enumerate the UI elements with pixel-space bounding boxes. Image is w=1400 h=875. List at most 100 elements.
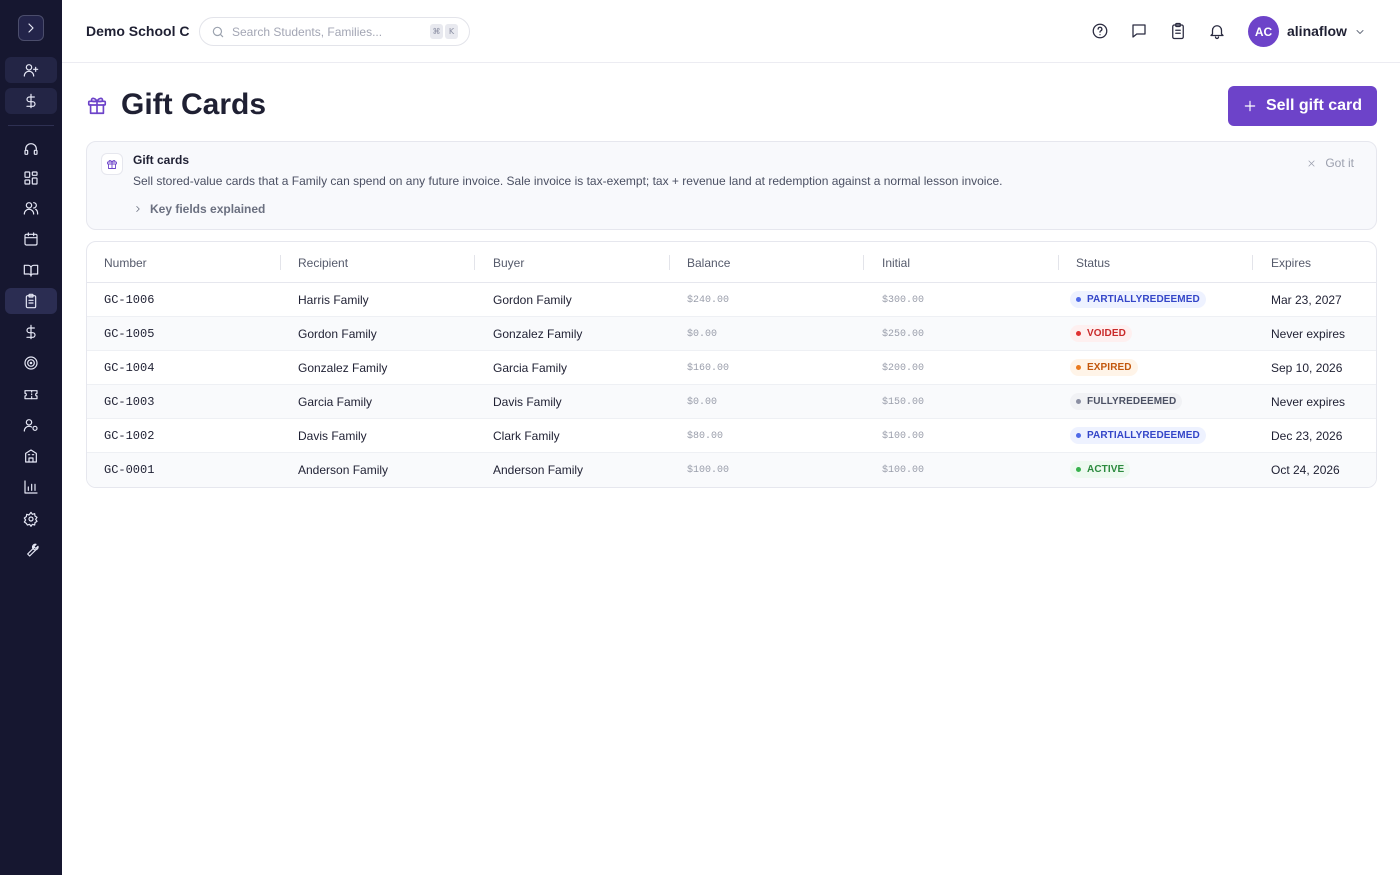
table-row[interactable]: GC-0001 Anderson Family Anderson Family $10… — [87, 453, 1376, 487]
building-icon — [25, 449, 37, 463]
column-divider[interactable] — [669, 255, 670, 270]
cell-buyer: Garcia Family — [493, 361, 568, 375]
cell-balance: $240.00 — [687, 295, 730, 306]
sidebar-item-staff[interactable] — [5, 412, 57, 438]
page-title: Gift Cards — [121, 88, 267, 121]
sidebar-item-add-user[interactable] — [5, 57, 57, 83]
bar-chart-icon — [24, 480, 38, 494]
table-row[interactable]: GC-1004 Gonzalez Family Garcia Family $160.… — [87, 351, 1376, 385]
column-divider[interactable] — [863, 255, 864, 270]
cell-recipient: Harris Family — [298, 293, 369, 307]
school-name[interactable]: Demo School C — [86, 23, 189, 39]
chevron-down-icon — [1356, 30, 1364, 34]
cell-number[interactable]: GC-1006 — [104, 293, 154, 307]
plus-icon — [1244, 100, 1256, 112]
cell-recipient: Gonzalez Family — [298, 361, 388, 375]
sidebar-item-reports[interactable] — [5, 474, 57, 500]
banner-title: Gift cards — [133, 153, 190, 167]
sidebar-item-dashboard[interactable] — [5, 165, 57, 191]
column-divider[interactable] — [474, 255, 475, 270]
sidebar-item-calendar[interactable] — [5, 226, 57, 252]
help-button[interactable] — [1089, 20, 1111, 42]
status-dot-icon — [1076, 365, 1081, 370]
status-dot-icon — [1076, 331, 1081, 336]
col-balance-header[interactable]: Balance — [687, 256, 730, 270]
status-badge: FULLYREDEEMED — [1070, 393, 1183, 410]
col-recipient-header[interactable]: Recipient — [298, 256, 348, 270]
sidebar-item-support[interactable] — [5, 136, 57, 162]
banner-description: Sell stored-value cards that a Family ca… — [133, 174, 1003, 188]
cell-balance: $80.00 — [687, 431, 724, 442]
cell-balance: $160.00 — [687, 363, 730, 374]
cell-balance: $100.00 — [687, 465, 730, 476]
sidebar-item-families[interactable] — [5, 195, 57, 221]
column-divider[interactable] — [1058, 255, 1059, 270]
cell-number[interactable]: GC-1002 — [104, 429, 154, 443]
search-box[interactable]: ⌘ K — [199, 17, 470, 46]
gift-icon — [101, 153, 123, 175]
tasks-button[interactable] — [1167, 20, 1189, 42]
status-badge: PARTIALLYREDEEMED — [1070, 291, 1206, 308]
avatar[interactable]: AC — [1248, 16, 1279, 47]
cell-number[interactable]: GC-0001 — [104, 463, 154, 477]
key-fields-label: Key fields explained — [150, 202, 266, 216]
sidebar-item-gift-cards[interactable] — [5, 288, 57, 314]
search-input[interactable] — [232, 23, 422, 41]
table-row[interactable]: GC-1002 Davis Family Clark Family $80.00 $10… — [87, 419, 1376, 453]
user-name[interactable]: alinaflow — [1287, 23, 1347, 39]
sidebar-item-tickets[interactable] — [5, 381, 57, 407]
status-label: PARTIALLYREDEEMED — [1087, 294, 1200, 305]
cell-buyer: Gonzalez Family — [493, 327, 583, 341]
clipboard-icon — [1172, 22, 1184, 40]
table-row[interactable]: GC-1006 Harris Family Gordon Family $240.00… — [87, 283, 1376, 317]
sidebar-item-settings[interactable] — [5, 506, 57, 532]
col-status-header[interactable]: Status — [1076, 256, 1110, 270]
sell-gift-card-button[interactable]: Sell gift card — [1228, 86, 1377, 126]
book-icon — [23, 264, 39, 277]
add-user-icon — [23, 64, 39, 77]
user-menu-toggle[interactable] — [1354, 25, 1366, 37]
sidebar-item-tools[interactable] — [5, 537, 57, 563]
status-badge: PARTIALLYREDEEMED — [1070, 427, 1206, 444]
col-buyer-header[interactable]: Buyer — [493, 256, 524, 270]
messages-button[interactable] — [1128, 20, 1150, 42]
status-dot-icon — [1076, 467, 1081, 472]
clipboard-icon — [25, 293, 37, 309]
sidebar-item-lessons[interactable] — [5, 257, 57, 283]
sidebar-item-locations[interactable] — [5, 443, 57, 469]
status-label: ACTIVE — [1087, 464, 1125, 475]
dismiss-banner-button[interactable]: Got it — [1307, 156, 1354, 170]
close-icon — [1308, 160, 1315, 166]
sidebar-expand-button[interactable] — [18, 15, 44, 41]
cell-number[interactable]: GC-1005 — [104, 327, 154, 341]
key-fields-toggle[interactable]: Key fields explained — [133, 202, 265, 216]
table-row[interactable]: GC-1003 Garcia Family Davis Family $0.00 $15… — [87, 385, 1376, 419]
cell-initial: $150.00 — [882, 397, 925, 408]
col-initial-header[interactable]: Initial — [882, 256, 910, 270]
sidebar-item-payments[interactable] — [5, 319, 57, 345]
cell-expires: Sep 10, 2026 — [1271, 361, 1343, 375]
column-divider[interactable] — [280, 255, 281, 270]
cell-recipient: Garcia Family — [298, 395, 373, 409]
cell-expires: Dec 23, 2026 — [1271, 429, 1343, 443]
cell-initial: $100.00 — [882, 465, 925, 476]
column-divider[interactable] — [1252, 255, 1253, 270]
cell-number[interactable]: GC-1003 — [104, 395, 154, 409]
col-number-header[interactable]: Number — [104, 256, 147, 270]
col-expires-header[interactable]: Expires — [1271, 256, 1311, 270]
cell-recipient: Gordon Family — [298, 327, 377, 341]
table-header: Number Recipient Buyer Balance Initial Status… — [87, 242, 1376, 283]
cell-initial: $300.00 — [882, 295, 925, 306]
gift-cards-table: Number Recipient Buyer Balance Initial Status… — [86, 241, 1377, 488]
status-badge: VOIDED — [1070, 325, 1132, 342]
cell-expires: Never expires — [1271, 327, 1346, 341]
sell-gift-card-label: Sell gift card — [1265, 97, 1363, 114]
notifications-button[interactable] — [1206, 20, 1228, 42]
status-badge: EXPIRED — [1070, 359, 1138, 376]
table-row[interactable]: GC-1005 Gordon Family Gonzalez Family $0.00… — [87, 317, 1376, 351]
cell-number[interactable]: GC-1004 — [104, 361, 154, 375]
dismiss-label: Got it — [1325, 156, 1354, 170]
sidebar-item-billing[interactable] — [5, 88, 57, 114]
sidebar-item-goals[interactable] — [5, 350, 57, 376]
chevron-right-icon — [28, 23, 34, 33]
